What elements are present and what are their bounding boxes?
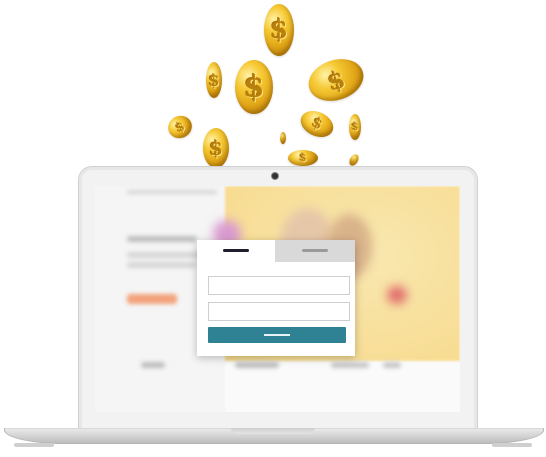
tab-label	[223, 249, 249, 252]
coin-icon: $	[296, 105, 338, 143]
laptop-foot	[492, 443, 532, 447]
blurred-text	[127, 252, 207, 258]
coin-icon: $	[206, 62, 222, 98]
username-field[interactable]	[208, 276, 350, 295]
blurred-nav	[127, 190, 217, 194]
password-field[interactable]	[208, 302, 350, 321]
blurred-cta	[127, 294, 177, 304]
tab-label	[302, 249, 328, 252]
coin-icon: $	[264, 4, 294, 56]
tab-register[interactable]	[275, 240, 355, 262]
submit-button[interactable]	[208, 327, 346, 343]
laptop-notch	[231, 428, 315, 434]
coin-icon: $	[288, 150, 318, 166]
blurred-logo	[235, 362, 279, 368]
laptop-foot	[14, 443, 54, 447]
login-form	[197, 240, 355, 356]
coin-icon: $	[235, 60, 273, 114]
coin-icon: $	[203, 128, 229, 168]
submit-label	[264, 334, 290, 336]
blurred-logo	[331, 362, 369, 368]
blurred-heading	[127, 236, 197, 242]
coin-icon	[280, 132, 286, 144]
coin-icon: $	[349, 114, 361, 140]
coin-icon: $	[303, 52, 369, 108]
coin-icon: $	[164, 111, 196, 143]
blurred-logo	[141, 362, 165, 368]
webcam-icon	[272, 173, 278, 179]
blurred-logo	[383, 362, 401, 368]
tab-login[interactable]	[197, 240, 275, 262]
blurred-accent	[387, 286, 407, 304]
blurred-text	[127, 262, 197, 268]
